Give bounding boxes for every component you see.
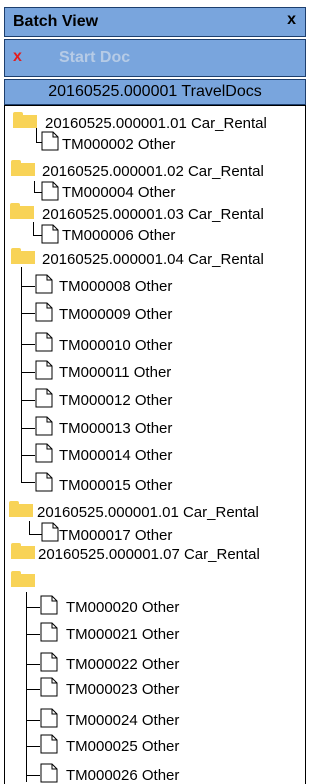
document-label[interactable]: TM000004 Other <box>62 184 175 201</box>
folder-label[interactable]: 20160525.000001.04 Car_Rental <box>42 251 264 268</box>
tree-line <box>21 267 22 483</box>
document-icon[interactable] <box>40 734 58 754</box>
batch-label: 20160525.000001 TravelDocs <box>48 83 262 100</box>
tree-line <box>21 372 35 373</box>
tree-line <box>26 775 40 776</box>
tree-line <box>29 521 30 535</box>
document-icon[interactable] <box>41 181 59 201</box>
tree-view: 20160525.000001.01 Car_Rental 20160525.0… <box>4 105 306 784</box>
tree-line <box>21 344 35 345</box>
document-icon[interactable] <box>41 522 59 542</box>
batch-view-panel: Batch View x x Start Doc 20160525.000001… <box>0 0 313 784</box>
document-label[interactable]: TM000025 Other <box>66 738 179 755</box>
document-label[interactable]: TM000013 Other <box>59 420 172 437</box>
tree-line <box>33 222 34 236</box>
document-label[interactable]: TM000014 Other <box>59 447 172 464</box>
document-label[interactable]: TM000006 Other <box>62 227 175 244</box>
document-icon[interactable] <box>41 224 59 244</box>
panel-header: Batch View x <box>4 7 306 37</box>
batch-row[interactable]: 20160525.000001 TravelDocs <box>4 79 306 105</box>
tree-line <box>26 720 40 721</box>
folder-icon[interactable] <box>10 203 34 219</box>
tree-line <box>21 400 35 401</box>
document-label[interactable]: TM000011 Other <box>59 364 171 381</box>
tree-line <box>21 482 35 483</box>
folder-label[interactable]: 20160525.000001.03 Car_Rental <box>42 206 264 223</box>
toolbar: x Start Doc <box>4 39 306 77</box>
document-label[interactable]: TM000012 Other <box>59 392 172 409</box>
document-icon[interactable] <box>35 302 53 322</box>
folder-icon[interactable] <box>11 571 35 587</box>
tree-line <box>26 607 40 608</box>
document-icon[interactable] <box>35 388 53 408</box>
document-icon[interactable] <box>35 472 53 492</box>
start-doc-button[interactable]: Start Doc <box>59 49 130 67</box>
tree-line <box>26 634 40 635</box>
folder-icon[interactable] <box>11 248 35 264</box>
document-icon[interactable] <box>40 763 58 783</box>
document-icon[interactable] <box>40 622 58 642</box>
folder-icon[interactable] <box>11 543 35 559</box>
close-panel-icon[interactable]: x <box>287 11 296 29</box>
tree-line <box>26 592 27 782</box>
close-doc-icon[interactable]: x <box>13 48 22 66</box>
document-icon[interactable] <box>35 332 53 352</box>
tree-line <box>21 428 35 429</box>
document-icon[interactable] <box>35 443 53 463</box>
tree-line <box>21 455 35 456</box>
document-icon[interactable] <box>35 416 53 436</box>
document-label[interactable]: TM000009 Other <box>59 306 172 323</box>
document-label[interactable]: TM000002 Other <box>62 136 175 153</box>
document-icon[interactable] <box>35 360 53 380</box>
folder-icon[interactable] <box>13 112 37 128</box>
document-label[interactable]: TM000008 Other <box>59 278 172 295</box>
document-label[interactable]: TM000015 Other <box>59 477 172 494</box>
document-icon[interactable] <box>40 708 58 728</box>
folder-icon[interactable] <box>9 501 33 517</box>
document-icon[interactable] <box>41 131 59 151</box>
tree-line <box>26 664 40 665</box>
panel-title: Batch View <box>13 13 99 30</box>
folder-label[interactable]: 20160525.000001.01 Car_Rental <box>45 115 267 132</box>
document-label[interactable]: TM000021 Other <box>66 626 179 643</box>
document-label[interactable]: TM000023 Other <box>66 681 179 698</box>
folder-label[interactable]: 20160525.000001.01 Car_Rental <box>37 504 259 521</box>
tree-line <box>26 689 40 690</box>
folder-icon[interactable] <box>11 160 35 176</box>
document-label[interactable]: TM000020 Other <box>66 599 179 616</box>
document-icon[interactable] <box>40 677 58 697</box>
document-icon[interactable] <box>40 595 58 615</box>
document-label[interactable]: TM000017 Other <box>59 527 172 544</box>
tree-line <box>21 286 35 287</box>
tree-line <box>21 313 35 314</box>
document-label[interactable]: TM000026 Other <box>66 767 179 784</box>
document-icon[interactable] <box>35 274 53 294</box>
document-label[interactable]: TM000024 Other <box>66 712 179 729</box>
document-icon[interactable] <box>40 652 58 672</box>
folder-label[interactable]: 20160525.000001.07 Car_Rental <box>38 546 260 563</box>
document-label[interactable]: TM000010 Other <box>59 337 172 354</box>
document-label[interactable]: TM000022 Other <box>66 656 179 673</box>
tree-line <box>26 746 40 747</box>
folder-label[interactable]: 20160525.000001.02 Car_Rental <box>42 163 264 180</box>
